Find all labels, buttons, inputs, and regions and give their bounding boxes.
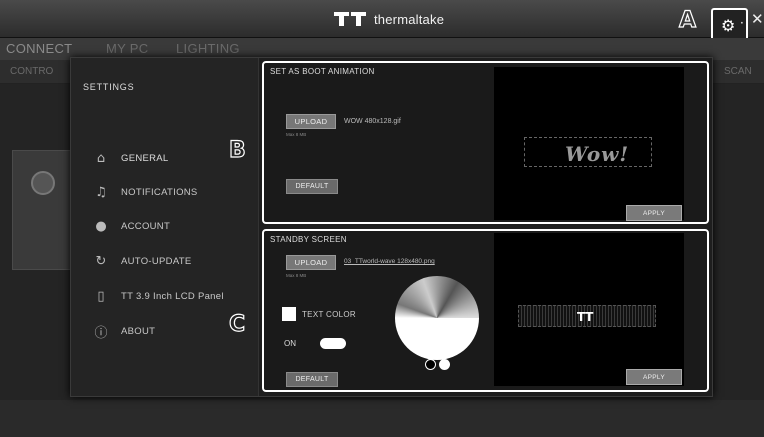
callout-b: B [228,137,246,163]
standby-upload-button[interactable]: UPLOAD [286,255,336,270]
close-icon[interactable]: ✕ [751,10,764,28]
brand-name: thermaltake [374,11,445,27]
standby-default-button[interactable]: DEFAULT [286,372,338,387]
sidebar-item-account[interactable]: ● ACCOUNT [93,217,170,235]
sidebar-title: SETTINGS [83,82,135,92]
sidebar-item-about[interactable]: ⓘ ABOUT [93,322,156,341]
boot-upload-button[interactable]: UPLOAD [286,114,336,129]
callout-b-label: B [228,137,246,163]
text-color-label: TEXT COLOR [302,309,356,319]
info-icon: ⓘ [94,325,108,341]
sidebar-item-label: AUTO-UPDATE [121,255,192,267]
callout-a-label: A [678,7,697,33]
text-color-picker[interactable]: TEXT COLOR [282,307,356,321]
gear-icon: ⚙ [721,16,736,35]
standby-file-name: 03_TTworld-wave 128x480.png [344,258,435,265]
device-preview [12,150,72,270]
sidebar-item-label: NOTIFICATIONS [121,186,198,198]
boot-default-button[interactable]: DEFAULT [286,179,338,194]
callout-a: A [678,7,697,33]
brand: thermaltake [334,10,444,28]
standby-toggle[interactable] [320,338,346,349]
title-bar: thermaltake A ⚙ · ✕ [0,0,764,45]
callout-c: C [228,311,246,337]
standby-apply-button[interactable]: APPLY [626,369,682,385]
sidebar-item-general[interactable]: ⌂ GENERAL [93,149,169,167]
sidebar-item-notifications[interactable]: ♫ NOTIFICATIONS [93,183,198,201]
boot-panel-title: SET AS BOOT ANIMATION [270,67,375,76]
boot-preview-frame: Wow! [524,137,652,167]
more-icon: · [740,16,744,30]
on-label: ON [284,339,296,348]
user-icon: ● [95,218,107,234]
standby-logo-icon: ΤΤ [577,310,594,324]
sidebar-item-label: ACCOUNT [121,220,171,232]
boot-apply-button[interactable]: APPLY [626,205,682,221]
refresh-icon: ↻ [95,253,107,269]
callout-c-label: C [228,311,246,337]
home-icon: ⌂ [96,150,106,166]
bell-icon: ♫ [95,184,107,200]
lens-icon [31,171,55,195]
settings-modal: SETTINGS ⌂ GENERAL ♫ NOTIFICATIONS ● ACC… [70,57,713,397]
standby-preview: ΤΤ APPLY [494,233,684,386]
thermaltake-logo-icon [334,12,368,26]
sidebar-item-lcd-panel[interactable]: ▯ TT 3.9 Inch LCD Panel [93,287,224,305]
footer-bar [0,400,764,437]
color-white-option[interactable] [439,359,450,370]
phone-icon: ▯ [97,288,105,304]
boot-file-name: WOW 480x128.gif [344,118,401,125]
tab-lighting[interactable]: LIGHTING [176,41,240,56]
standby-hint: Max 8 MB [286,273,307,278]
sidebar-item-label: ABOUT [121,325,156,337]
sidebar-item-auto-update[interactable]: ↻ AUTO-UPDATE [93,252,192,270]
sidebar-item-label: GENERAL [121,152,169,164]
boot-animation-panel: SET AS BOOT ANIMATION UPLOAD WOW 480x128… [262,61,709,224]
text-color-swatch[interactable] [282,307,296,321]
boot-preview: Wow! APPLY [494,67,684,221]
settings-sidebar: SETTINGS ⌂ GENERAL ♫ NOTIFICATIONS ● ACC… [71,58,259,396]
color-black-option[interactable] [425,359,436,370]
sidebar-item-label: TT 3.9 Inch LCD Panel [121,290,224,302]
subnav-right[interactable]: SCAN [724,66,752,77]
boot-preview-text: Wow! [565,142,630,166]
standby-panel: STANDBY SCREEN UPLOAD 03_TTworld-wave 12… [262,229,709,392]
standby-panel-title: STANDBY SCREEN [270,235,347,244]
boot-hint: Max 8 MB [286,132,307,137]
tab-my-pc[interactable]: MY PC [106,41,148,56]
color-wheel[interactable] [395,276,479,360]
standby-preview-frame: ΤΤ [518,305,656,327]
tab-connect[interactable]: CONNECT [6,41,72,56]
subnav-left[interactable]: CONTRO [10,66,53,77]
